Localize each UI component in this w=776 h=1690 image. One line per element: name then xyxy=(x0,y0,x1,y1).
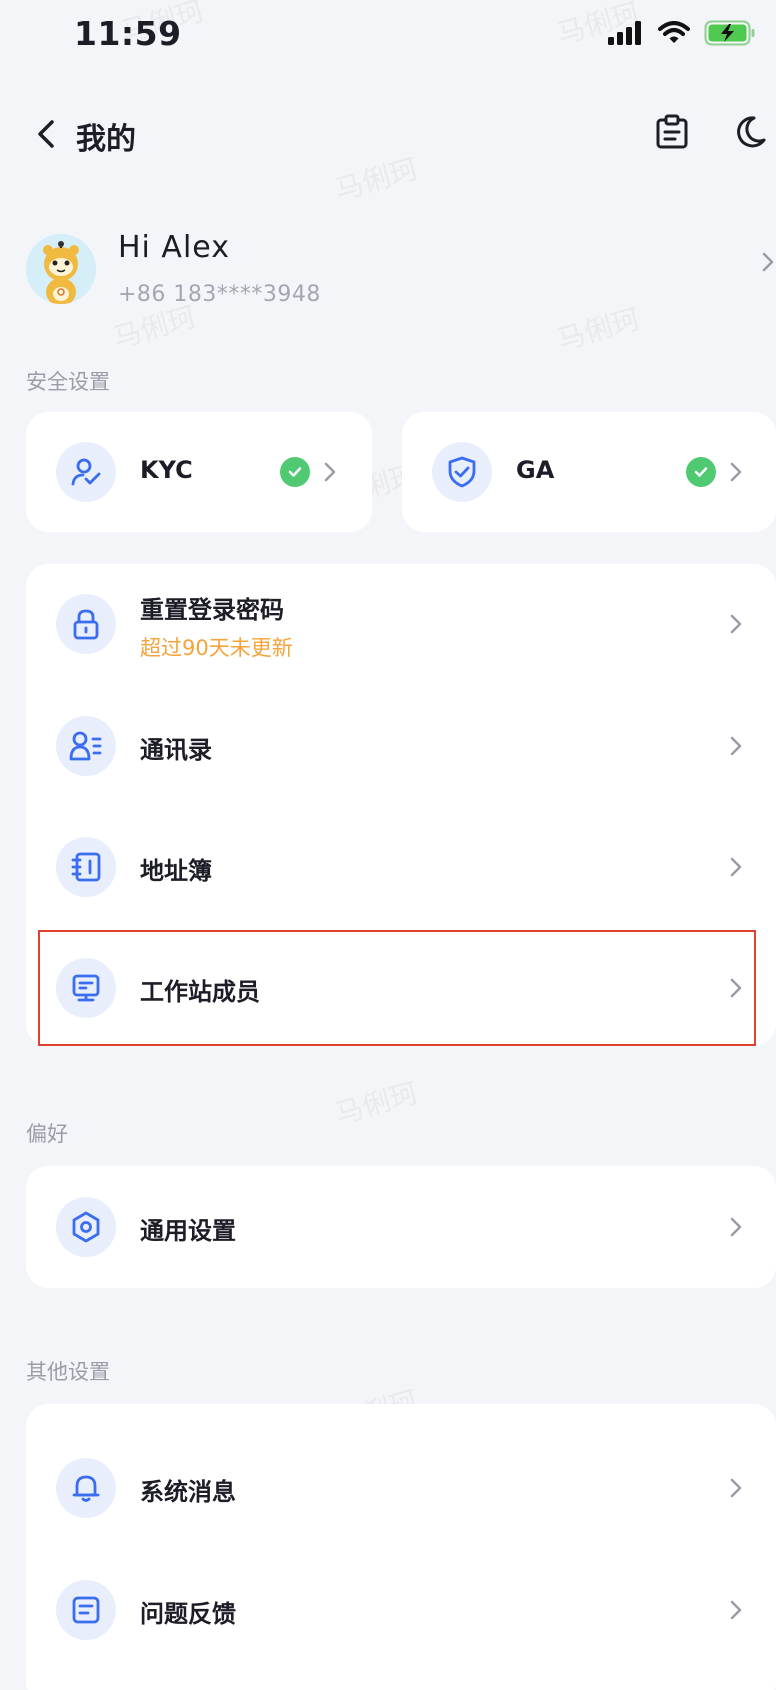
kyc-card[interactable]: KYC xyxy=(26,412,372,532)
system-messages-title: 系统消息 xyxy=(140,1478,236,1506)
chevron-right-icon xyxy=(726,857,746,877)
clipboard-button[interactable] xyxy=(650,110,694,154)
highlight-annotation xyxy=(38,930,756,1046)
reset-password-title: 重置登录密码 xyxy=(140,596,284,624)
ga-card[interactable]: GA xyxy=(402,412,776,532)
chevron-right-icon xyxy=(726,462,746,482)
profile-header[interactable]: Hi Alex +86 183****3948 xyxy=(26,230,776,320)
chevron-left-icon xyxy=(38,120,54,148)
list-item-general-settings[interactable]: 通用设置 xyxy=(26,1166,776,1288)
user-verify-icon xyxy=(56,442,116,502)
address-book-title: 地址簿 xyxy=(140,857,212,885)
nav-bar: 我的 xyxy=(0,96,776,172)
chevron-right-icon xyxy=(726,1478,746,1498)
user-greeting: Hi Alex xyxy=(118,230,230,265)
general-settings-title: 通用设置 xyxy=(140,1217,236,1245)
list-item-contacts[interactable]: 通讯录 xyxy=(26,686,776,806)
chevron-right-icon xyxy=(320,462,340,482)
verified-check-icon xyxy=(686,457,716,487)
moon-icon xyxy=(737,116,766,148)
chevron-right-icon xyxy=(762,252,774,276)
list-item-reset-password[interactable]: 重置登录密码 超过90天未更新 xyxy=(26,564,776,684)
section-label-others: 其他设置 xyxy=(26,1360,110,1384)
back-button[interactable] xyxy=(28,112,64,156)
kyc-label: KYC xyxy=(140,456,193,484)
contacts-icon xyxy=(56,716,116,776)
section-label-security: 安全设置 xyxy=(26,370,110,394)
feedback-icon xyxy=(56,1580,116,1640)
feedback-title: 问题反馈 xyxy=(140,1600,236,1628)
chevron-right-icon xyxy=(726,1600,746,1620)
chevron-right-icon xyxy=(726,614,746,634)
contacts-title: 通讯录 xyxy=(140,736,212,764)
reset-password-warning: 超过90天未更新 xyxy=(140,636,293,660)
wifi-icon xyxy=(658,21,690,49)
ga-label: GA xyxy=(516,456,555,484)
clipboard-icon xyxy=(656,114,688,149)
bell-icon xyxy=(56,1458,116,1518)
list-item-address-book[interactable]: 地址簿 xyxy=(26,807,776,927)
status-icons xyxy=(608,20,756,50)
chevron-right-icon xyxy=(726,1217,746,1237)
list-item-feedback[interactable]: 问题反馈 xyxy=(26,1550,776,1670)
watermark: 马俐珂 xyxy=(331,1076,422,1131)
cellular-signal-icon xyxy=(608,21,644,49)
shield-check-icon xyxy=(432,442,492,502)
list-item-system-messages[interactable]: 系统消息 xyxy=(26,1428,776,1548)
settings-hex-icon xyxy=(56,1197,116,1257)
dark-mode-button[interactable] xyxy=(728,110,772,154)
verified-check-icon xyxy=(280,457,310,487)
avatar xyxy=(26,234,96,304)
section-label-preferences: 偏好 xyxy=(26,1122,68,1146)
status-bar: 11:59 xyxy=(0,0,776,72)
user-phone: +86 183****3948 xyxy=(118,282,321,307)
page-title: 我的 xyxy=(76,122,136,157)
chevron-right-icon xyxy=(726,736,746,756)
lock-icon xyxy=(56,594,116,654)
preferences-card: 通用设置 xyxy=(26,1166,776,1288)
others-card: 系统消息 问题反馈 xyxy=(26,1404,776,1690)
battery-charging-icon xyxy=(704,20,756,50)
address-book-icon xyxy=(56,837,116,897)
status-time: 11:59 xyxy=(74,14,182,53)
